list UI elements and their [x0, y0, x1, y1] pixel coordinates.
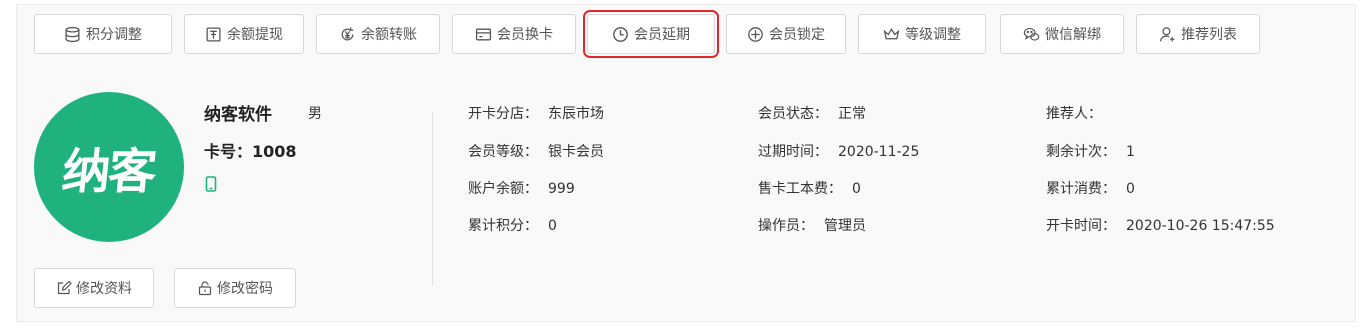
info-value: 银卡会员 [548, 144, 604, 160]
yen-transfer-icon [341, 27, 354, 40]
info-expire: 过期时间： 2020-11-25 [758, 141, 919, 161]
info-label: 剩余计次： [1046, 144, 1116, 160]
member-name: 纳客软件 [204, 105, 272, 125]
balance-withdraw-button[interactable]: 余额提现 [184, 14, 304, 54]
user-add-icon [1159, 26, 1175, 41]
info-label: 会员状态： [758, 106, 828, 122]
balance-withdraw-label: 余额提现 [227, 27, 283, 43]
member-card-number: 卡号：1008 [204, 142, 297, 161]
clock-icon [613, 26, 628, 42]
info-label: 操作员： [758, 218, 814, 234]
avatar-text: 纳客 [59, 144, 158, 200]
edit-icon [57, 280, 72, 295]
database-icon [65, 26, 80, 42]
mobile-icon[interactable] [205, 176, 217, 192]
balance-transfer-label: 余额转账 [361, 27, 417, 43]
info-value: 管理员 [824, 218, 866, 234]
crown-icon [883, 27, 900, 39]
info-label: 累计消费： [1046, 181, 1116, 197]
info-branch: 开卡分店： 东辰市场 [468, 103, 604, 123]
info-label: 账户余额： [468, 181, 538, 197]
lock-icon [198, 281, 212, 296]
member-lock-label: 会员锁定 [769, 27, 825, 43]
wechat-unbind-button[interactable]: 微信解绑 [1000, 14, 1124, 54]
info-balance: 账户余额： 999 [468, 178, 575, 198]
edit-profile-label: 修改资料 [76, 281, 132, 297]
membership-extend-button[interactable]: 会员延期 [583, 10, 719, 58]
target-icon [748, 26, 763, 42]
info-label: 开卡时间： [1046, 218, 1116, 234]
wallet-icon [206, 26, 221, 42]
points-adjust-button[interactable]: 积分调整 [34, 14, 172, 54]
wechat-icon [1023, 27, 1040, 41]
referral-list-button[interactable]: 推荐列表 [1136, 14, 1260, 54]
level-adjust-label: 等级调整 [905, 27, 961, 43]
change-password-label: 修改密码 [217, 281, 273, 297]
info-label: 过期时间： [758, 144, 828, 160]
info-label: 累计积分： [468, 218, 538, 234]
info-label: 开卡分店： [468, 106, 538, 122]
card-icon [475, 28, 492, 40]
member-avatar: 纳客 [34, 92, 184, 242]
info-value: 正常 [838, 106, 866, 122]
member-lock-button[interactable]: 会员锁定 [726, 14, 846, 54]
referral-list-label: 推荐列表 [1181, 27, 1237, 43]
info-referrer: 推荐人： [1046, 103, 1112, 123]
balance-transfer-button[interactable]: 余额转账 [316, 14, 440, 54]
member-gender: 男 [308, 106, 322, 122]
info-value: 0 [548, 218, 557, 234]
info-card-fee: 售卡工本费： 0 [758, 178, 861, 198]
membership-extend-label: 会员延期 [634, 27, 690, 43]
info-label: 会员等级： [468, 144, 538, 160]
info-value: 2020-10-26 15:47:55 [1126, 218, 1275, 234]
info-label: 推荐人： [1046, 106, 1102, 122]
card-replace-button[interactable]: 会员换卡 [452, 14, 576, 54]
vertical-divider [432, 112, 433, 286]
info-value: 东辰市场 [548, 106, 604, 122]
info-operator: 操作员： 管理员 [758, 215, 866, 235]
level-adjust-button[interactable]: 等级调整 [858, 14, 986, 54]
info-value: 1 [1126, 144, 1135, 160]
info-level: 会员等级： 银卡会员 [468, 141, 604, 161]
info-label: 售卡工本费： [758, 181, 842, 197]
info-value: 0 [852, 181, 861, 197]
info-open-time: 开卡时间： 2020-10-26 15:47:55 [1046, 215, 1275, 235]
points-adjust-label: 积分调整 [86, 27, 142, 43]
info-remaining-times: 剩余计次： 1 [1046, 141, 1135, 161]
wechat-unbind-label: 微信解绑 [1045, 27, 1101, 43]
info-total-spent: 累计消费： 0 [1046, 178, 1135, 198]
change-password-button[interactable]: 修改密码 [174, 268, 296, 308]
info-points: 累计积分： 0 [468, 215, 557, 235]
info-status: 会员状态： 正常 [758, 103, 866, 123]
info-value: 999 [548, 181, 575, 197]
info-value: 0 [1126, 181, 1135, 197]
info-value: 2020-11-25 [838, 144, 920, 160]
edit-profile-button[interactable]: 修改资料 [34, 268, 154, 308]
card-replace-label: 会员换卡 [497, 27, 553, 43]
